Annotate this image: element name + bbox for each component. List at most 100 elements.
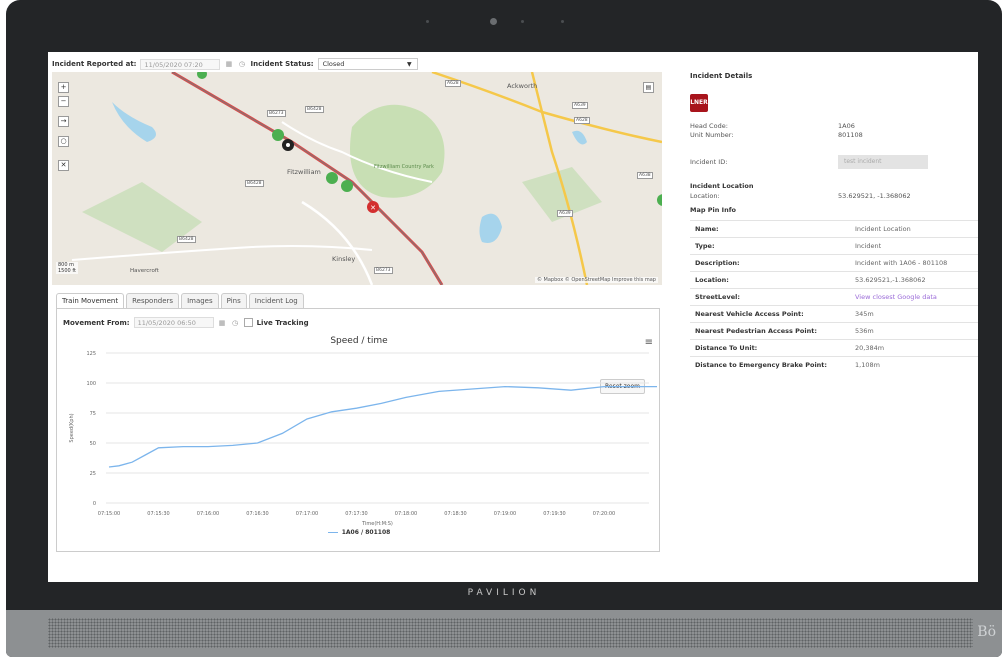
street-level-link[interactable]: View closest Google data [850, 288, 978, 306]
clock-icon[interactable]: ◷ [231, 318, 240, 327]
sensor-dot [521, 20, 524, 23]
clear-tool-icon[interactable]: ✕ [58, 160, 69, 171]
map-road-label: B6428 [305, 106, 324, 113]
pin-green-icon[interactable] [272, 129, 284, 141]
incident-id-label: Incident ID: [690, 158, 728, 166]
table-row: Type: Incident [690, 237, 978, 255]
zoom-out-button[interactable]: − [58, 96, 69, 107]
x-tick-label: 07:17:30 [345, 511, 367, 517]
y-tick-label: 75 [90, 411, 96, 417]
map-scale: 800 m 1500 ft [56, 262, 78, 274]
map-road-label: B6428 [177, 236, 196, 243]
movement-controls: Movement From: 11/05/2020 06:50 ▦ ◷ Live… [63, 317, 309, 328]
map-road-label: B6428 [245, 180, 264, 187]
reported-at-label: Incident Reported at: [52, 60, 137, 68]
x-tick-label: 07:18:30 [444, 511, 466, 517]
map-place-label: Fitzwilliam [287, 168, 321, 176]
speed-chart: Speed / time ≡ Reset zoom 0 25 50 75 100 125 0… [61, 333, 657, 547]
y-axis-label: Speed(Kph) [69, 413, 75, 442]
table-row: Distance To Unit: 20,384m [690, 339, 978, 357]
series-line [108, 385, 657, 468]
map-layers-icon[interactable]: ▤ [643, 82, 654, 93]
x-tick-label: 07:16:00 [197, 511, 219, 517]
details-title: Incident Details [690, 72, 753, 80]
x-tick-label: 07:19:00 [494, 511, 516, 517]
head-code-label: Head Code: [690, 122, 728, 130]
pin-red-icon[interactable]: ✕ [367, 201, 379, 213]
head-code-value: 1A06 [838, 122, 855, 130]
legend-line-icon [327, 532, 338, 533]
x-tick-label: 07:15:30 [147, 511, 169, 517]
train-movement-panel: Movement From: 11/05/2020 06:50 ▦ ◷ Live… [56, 308, 660, 552]
device-brand: PAVILION [467, 588, 541, 598]
clock-icon[interactable]: ◷ [237, 60, 246, 69]
pin-info-value: 536m [850, 322, 978, 340]
map-attribution[interactable]: © Mapbox © OpenStreetMap Improve this ma… [534, 277, 658, 283]
live-tracking-checkbox[interactable] [243, 318, 253, 327]
pin-black-icon[interactable] [282, 139, 294, 151]
pin-green-icon[interactable] [341, 180, 353, 192]
legend-series-name: 1A06 / 801108 [341, 529, 391, 536]
y-tick-label: 50 [90, 441, 96, 447]
map-road-label: A628 [574, 117, 590, 124]
map-place-label: Ackworth [507, 82, 538, 90]
map-place-label: Havercroft [130, 268, 159, 274]
location-label: Location: [690, 192, 720, 200]
table-row: Nearest Pedestrian Access Point: 536m [690, 322, 978, 340]
tab-responders[interactable]: Responders [126, 293, 180, 309]
y-tick-label: 25 [90, 471, 96, 477]
webcam [490, 18, 497, 25]
incident-status-label: Incident Status: [250, 60, 314, 68]
operator-logo: LNER [690, 94, 708, 112]
map-place-label: Fitzwilliam Country Park [374, 164, 434, 170]
map-road-label: A639 [572, 102, 588, 109]
pin-green-icon[interactable] [326, 172, 338, 184]
tab-images[interactable]: Images [181, 293, 219, 309]
y-tick-label: 100 [86, 381, 96, 387]
calendar-icon[interactable]: ▦ [224, 60, 233, 69]
tab-incident-log[interactable]: Incident Log [248, 293, 304, 309]
map-canvas: ✕ [52, 72, 662, 285]
x-tick-label: 07:17:00 [296, 511, 318, 517]
incident-id-field[interactable]: test incident [838, 155, 928, 169]
audio-logo: Bö [977, 624, 996, 640]
incident-map[interactable]: ✕ + − → ○ ✕ ▤ Ackworth Fitzwilliam Fitzw… [52, 72, 662, 285]
arrow-right-icon[interactable]: → [58, 116, 69, 127]
incident-details-panel: Incident Details LNER Head Code: 1A06 Un… [688, 52, 978, 582]
table-row: Nearest Vehicle Access Point: 345m [690, 305, 978, 323]
pin-info-key: Type: [690, 237, 850, 255]
pin-info-key: StreetLevel: [690, 288, 850, 306]
screen: Incident Reported at: 11/05/2020 07:20 ▦… [48, 52, 978, 582]
map-road-label: A639 [557, 210, 573, 217]
pin-info-value: 20,384m [850, 339, 978, 357]
pin-info-key: Name: [690, 220, 850, 238]
tab-pins[interactable]: Pins [220, 293, 247, 309]
reported-at-input[interactable]: 11/05/2020 07:20 [140, 58, 221, 70]
pin-info-key: Nearest Pedestrian Access Point: [690, 322, 850, 340]
tab-bar: Train Movement Responders Images Pins In… [56, 293, 306, 309]
chart-legend[interactable]: 1A06 / 801108 [61, 529, 657, 536]
pin-info-key: Distance to Emergency Brake Point: [690, 356, 850, 373]
speaker-bar: Bö [6, 610, 1002, 657]
x-tick-label: 07:19:30 [543, 511, 565, 517]
map-pin-info-heading: Map Pin Info [690, 206, 736, 214]
pin-info-value: Incident with 1A06 - 801108 [850, 254, 978, 272]
incident-status-select[interactable]: Closed ▼ [317, 58, 418, 70]
incident-toolbar: Incident Reported at: 11/05/2020 07:20 ▦… [52, 57, 418, 71]
pin-info-value: 1,108m [850, 356, 978, 373]
unit-number-label: Unit Number: [690, 131, 734, 139]
calendar-icon[interactable]: ▦ [218, 318, 227, 327]
movement-from-input[interactable]: 11/05/2020 06:50 [133, 317, 214, 328]
unit-number-value: 801108 [838, 131, 863, 139]
zoom-in-button[interactable]: + [58, 82, 69, 93]
table-row: Distance to Emergency Brake Point: 1,108m [690, 356, 978, 373]
sensor-dot [561, 20, 564, 23]
tab-train-movement[interactable]: Train Movement [56, 293, 125, 309]
chart-plot: 0 25 50 75 100 125 07:15:00 07:15:30 07:16:00 07:… [69, 351, 657, 527]
location-heading: Incident Location [690, 182, 754, 190]
x-tick-label: 07:16:30 [246, 511, 268, 517]
x-tick-label: 07:18:00 [395, 511, 417, 517]
movement-from-label: Movement From: [63, 318, 130, 327]
map-road-label: A638 [637, 172, 653, 179]
circle-tool-icon[interactable]: ○ [58, 136, 69, 147]
